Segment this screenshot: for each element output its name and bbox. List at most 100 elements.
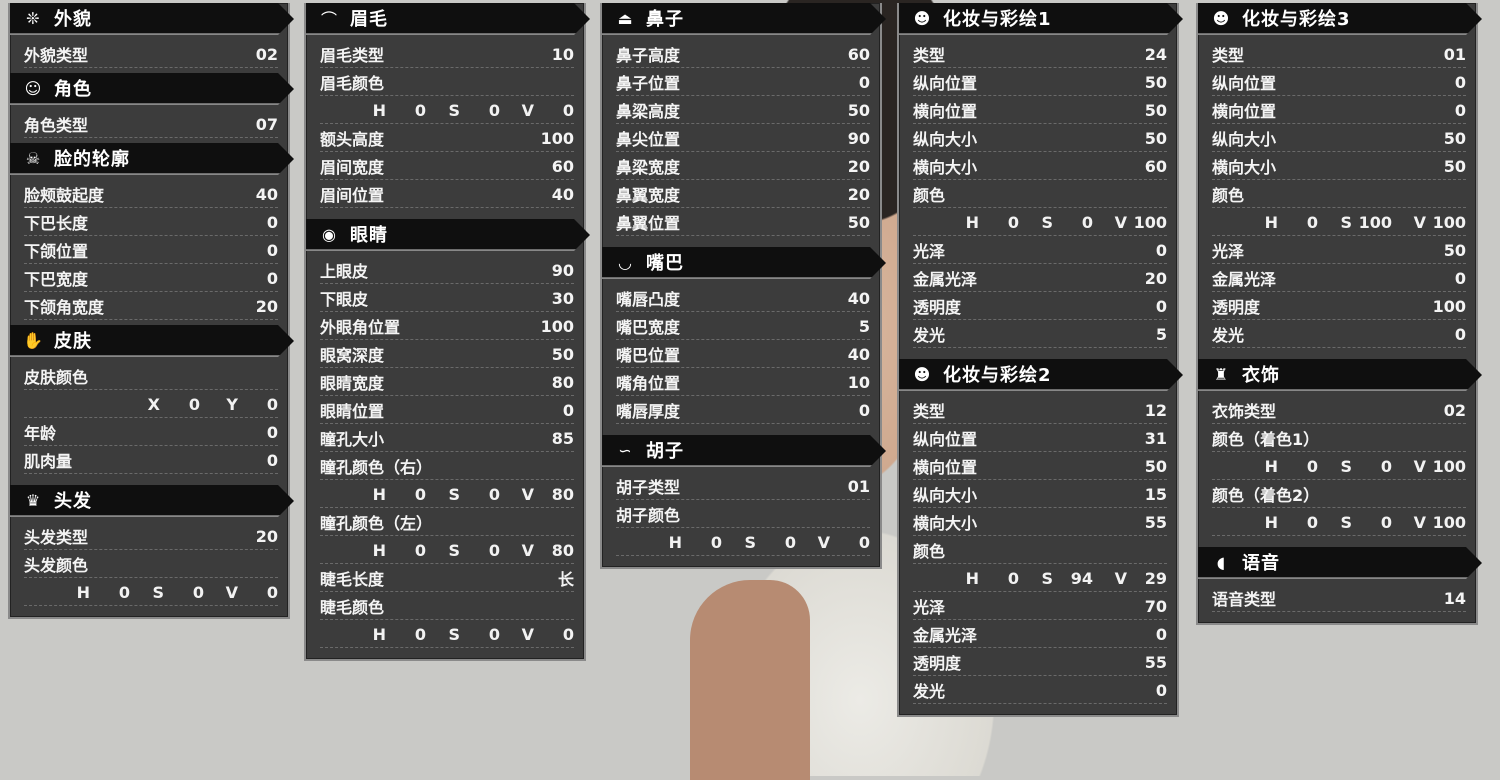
color-row[interactable]: 颜色 xyxy=(913,537,1167,564)
setting-row[interactable]: 年龄 0 xyxy=(24,419,278,446)
setting-row[interactable]: 眉间宽度 60 xyxy=(320,153,574,180)
hsv-row[interactable]: H 0 S 0 V 0 xyxy=(320,621,574,648)
setting-row[interactable]: 横向位置 0 xyxy=(1212,97,1466,124)
setting-row[interactable]: 纵向位置 0 xyxy=(1212,69,1466,96)
setting-row[interactable]: 透明度 100 xyxy=(1212,293,1466,320)
setting-row[interactable]: 嘴巴位置 40 xyxy=(616,341,870,368)
skin-xy-row[interactable]: X 0 Y 0 xyxy=(24,391,278,418)
setting-row[interactable]: 角色类型 07 xyxy=(24,111,278,138)
hsv-row[interactable]: H 0 S 0 V 100 xyxy=(1212,453,1466,480)
hsv-row[interactable]: H 0 S 0 V 80 xyxy=(320,537,574,564)
skin-color-row[interactable]: 皮肤颜色 xyxy=(24,363,278,390)
setting-row[interactable]: 类型 12 xyxy=(913,397,1167,424)
setting-row[interactable]: 金属光泽 0 xyxy=(913,621,1167,648)
setting-row[interactable]: 嘴巴宽度 5 xyxy=(616,313,870,340)
section-eyes[interactable]: ◉ 眼睛 xyxy=(306,219,590,251)
setting-row[interactable]: 眼睛位置 0 xyxy=(320,397,574,424)
section-makeup1[interactable]: ☻ 化妆与彩绘1 xyxy=(899,3,1183,35)
setting-row[interactable]: 发光 0 xyxy=(913,677,1167,704)
setting-row[interactable]: 嘴唇厚度 0 xyxy=(616,397,870,424)
setting-row[interactable]: 类型 01 xyxy=(1212,41,1466,68)
setting-row[interactable]: 横向大小 55 xyxy=(913,509,1167,536)
setting-row[interactable]: 眼睛宽度 80 xyxy=(320,369,574,396)
setting-row[interactable]: 眉间位置 40 xyxy=(320,181,574,208)
setting-row[interactable]: 发光 0 xyxy=(1212,321,1466,348)
setting-row[interactable]: 横向大小 50 xyxy=(1212,153,1466,180)
hsv-row[interactable]: H 0 S 0 V 100 xyxy=(1212,509,1466,536)
hsv-row[interactable]: H 0 S 0 V 100 xyxy=(913,209,1167,236)
setting-row[interactable]: 上眼皮 90 xyxy=(320,257,574,284)
setting-row[interactable]: 纵向位置 31 xyxy=(913,425,1167,452)
hsv-row[interactable]: H 0 S 0 V 0 xyxy=(24,579,278,606)
setting-row[interactable]: 嘴角位置 10 xyxy=(616,369,870,396)
eyebrow-color-row[interactable]: 眉毛颜色 xyxy=(320,69,574,96)
setting-row[interactable]: 纵向大小 50 xyxy=(1212,125,1466,152)
section-makeup3[interactable]: ☻ 化妆与彩绘3 xyxy=(1198,3,1482,35)
setting-row[interactable]: 胡子类型 01 xyxy=(616,473,870,500)
setting-row[interactable]: 金属光泽 0 xyxy=(1212,265,1466,292)
section-makeup2[interactable]: ☻ 化妆与彩绘2 xyxy=(899,359,1183,391)
setting-row[interactable]: 眼窝深度 50 xyxy=(320,341,574,368)
pupil-right-row[interactable]: 瞳孔颜色（右） xyxy=(320,453,574,480)
setting-row[interactable]: 纵向大小 15 xyxy=(913,481,1167,508)
setting-row[interactable]: 脸颊鼓起度 40 xyxy=(24,181,278,208)
lash-length-row[interactable]: 睫毛长度 长 xyxy=(320,565,574,592)
setting-row[interactable]: 鼻子高度 60 xyxy=(616,41,870,68)
setting-row[interactable]: 横向大小 60 xyxy=(913,153,1167,180)
setting-row[interactable]: 光泽 50 xyxy=(1212,237,1466,264)
setting-row[interactable]: 嘴唇凸度 40 xyxy=(616,285,870,312)
hair-color-row[interactable]: 头发颜色 xyxy=(24,551,278,578)
setting-row[interactable]: 外貌类型 02 xyxy=(24,41,278,68)
section-beard[interactable]: ∽ 胡子 xyxy=(602,435,886,467)
color2-row[interactable]: 颜色（着色2） xyxy=(1212,481,1466,508)
setting-row[interactable]: 鼻梁宽度 20 xyxy=(616,153,870,180)
setting-row[interactable]: 外眼角位置 100 xyxy=(320,313,574,340)
color-row[interactable]: 颜色 xyxy=(913,181,1167,208)
setting-row[interactable]: 鼻尖位置 90 xyxy=(616,125,870,152)
setting-row[interactable]: 透明度 0 xyxy=(913,293,1167,320)
setting-row[interactable]: 光泽 70 xyxy=(913,593,1167,620)
setting-row[interactable]: 发光 5 xyxy=(913,321,1167,348)
section-mouth[interactable]: ◡ 嘴巴 xyxy=(602,247,886,279)
setting-row[interactable]: 额头高度 100 xyxy=(320,125,574,152)
setting-row[interactable]: 下巴长度 0 xyxy=(24,209,278,236)
section-hair[interactable]: ♛ 头发 xyxy=(10,485,294,517)
section-eyebrow[interactable]: ⌒ 眉毛 xyxy=(306,3,590,35)
setting-row[interactable]: 鼻翼宽度 20 xyxy=(616,181,870,208)
setting-row[interactable]: 下巴宽度 0 xyxy=(24,265,278,292)
hsv-row[interactable]: H 0 S 100 V 100 xyxy=(1212,209,1466,236)
section-voice[interactable]: ◖ 语音 xyxy=(1198,547,1482,579)
setting-row[interactable]: 类型 24 xyxy=(913,41,1167,68)
section-face[interactable]: ☠ 脸的轮廓 xyxy=(10,143,294,175)
setting-row[interactable]: 透明度 55 xyxy=(913,649,1167,676)
lash-color-row[interactable]: 睫毛颜色 xyxy=(320,593,574,620)
beard-color-row[interactable]: 胡子颜色 xyxy=(616,501,870,528)
section-skin[interactable]: ✋ 皮肤 xyxy=(10,325,294,357)
setting-row[interactable]: 下颌角宽度 20 xyxy=(24,293,278,320)
pupil-left-row[interactable]: 瞳孔颜色（左） xyxy=(320,509,574,536)
setting-row[interactable]: 鼻子位置 0 xyxy=(616,69,870,96)
setting-row[interactable]: 眉毛类型 10 xyxy=(320,41,574,68)
setting-row[interactable]: 肌肉量 0 xyxy=(24,447,278,474)
setting-row[interactable]: 下颌位置 0 xyxy=(24,237,278,264)
hsv-row[interactable]: H 0 S 94 V 29 xyxy=(913,565,1167,592)
setting-row[interactable]: 下眼皮 30 xyxy=(320,285,574,312)
setting-row[interactable]: 语音类型 14 xyxy=(1212,585,1466,612)
setting-row[interactable]: 衣饰类型 02 xyxy=(1212,397,1466,424)
setting-row[interactable]: 瞳孔大小 85 xyxy=(320,425,574,452)
section-nose[interactable]: ⏏ 鼻子 xyxy=(602,3,886,35)
setting-row[interactable]: 横向位置 50 xyxy=(913,453,1167,480)
setting-row[interactable]: 鼻梁高度 50 xyxy=(616,97,870,124)
setting-row[interactable]: 纵向位置 50 xyxy=(913,69,1167,96)
setting-row[interactable]: 横向位置 50 xyxy=(913,97,1167,124)
color1-row[interactable]: 颜色（着色1） xyxy=(1212,425,1466,452)
setting-row[interactable]: 金属光泽 20 xyxy=(913,265,1167,292)
section-outfit[interactable]: ♜ 衣饰 xyxy=(1198,359,1482,391)
setting-row[interactable]: 鼻翼位置 50 xyxy=(616,209,870,236)
color-row[interactable]: 颜色 xyxy=(1212,181,1466,208)
setting-row[interactable]: 光泽 0 xyxy=(913,237,1167,264)
hsv-row[interactable]: H 0 S 0 V 0 xyxy=(616,529,870,556)
section-character[interactable]: ☺ 角色 xyxy=(10,73,294,105)
section-appearance[interactable]: ❊ 外貌 xyxy=(10,3,294,35)
hsv-row[interactable]: H 0 S 0 V 80 xyxy=(320,481,574,508)
